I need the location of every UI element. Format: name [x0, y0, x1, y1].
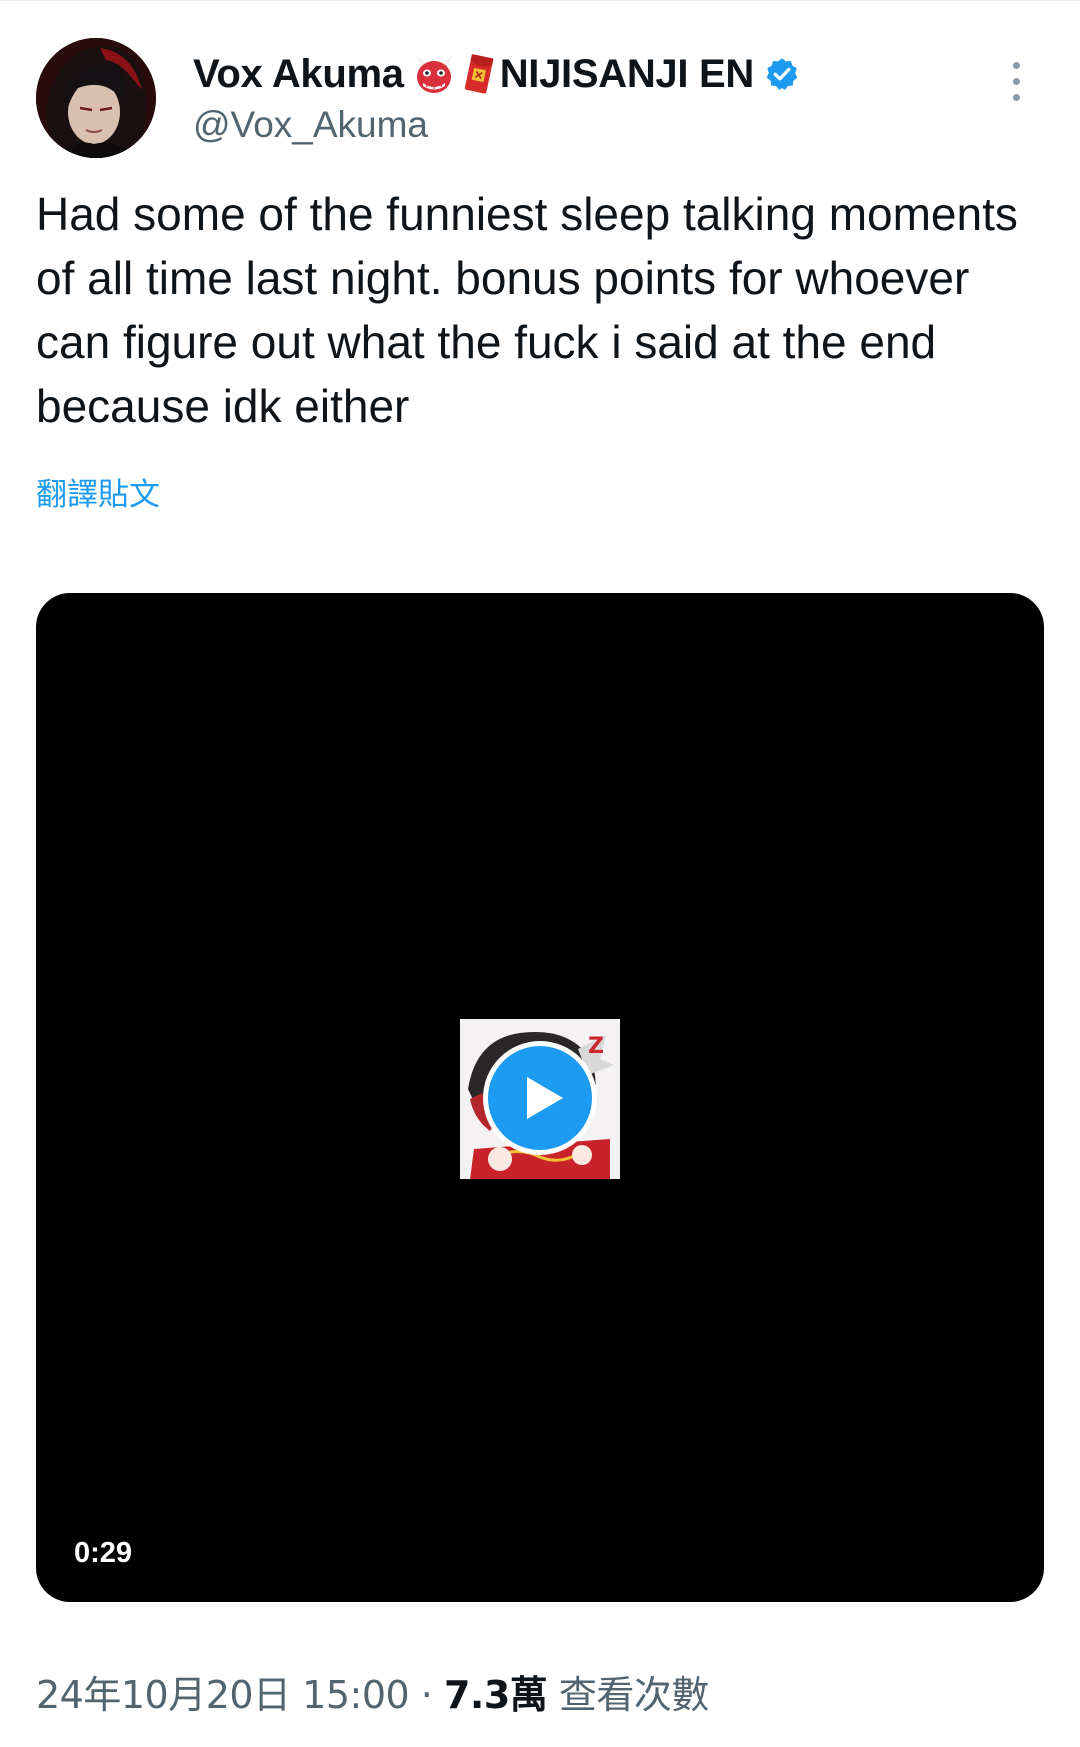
tweet-date[interactable]: 24年10月20日 — [36, 1673, 291, 1717]
display-name-row[interactable]: Vox Akuma NIJISANJI EN — [193, 46, 800, 102]
video-player[interactable]: Z 0:29 — [36, 593, 1044, 1602]
red-envelope-emoji-icon — [462, 53, 496, 95]
tweet-header: Vox Akuma NIJISANJI EN @Vox_Akuma — [36, 38, 1046, 162]
play-icon[interactable] — [481, 1039, 599, 1157]
avatar[interactable] — [36, 38, 156, 158]
video-duration: 0:29 — [74, 1537, 133, 1569]
top-divider — [0, 0, 1080, 1]
verified-badge-icon[interactable] — [764, 56, 800, 92]
author-handle[interactable]: @Vox_Akuma — [193, 104, 800, 146]
tweet-time[interactable]: 15:00 — [302, 1673, 410, 1717]
views-count[interactable]: 7.3萬 — [444, 1673, 548, 1717]
author-names: Vox Akuma NIJISANJI EN @Vox_Akuma — [193, 46, 800, 146]
avatar-image — [36, 38, 156, 158]
views-label[interactable]: 查看次數 — [559, 1673, 710, 1717]
display-name[interactable]: Vox Akuma — [193, 52, 404, 97]
translate-post-link[interactable]: 翻譯貼文 — [36, 469, 160, 514]
ogre-emoji-icon — [414, 53, 454, 95]
tweet-text: Had some of the funniest sleep talking m… — [36, 188, 1018, 432]
meta-separator: · — [420, 1673, 433, 1717]
tweet-metadata: 24年10月20日 15:00 · 7.3萬 查看次數 — [36, 1664, 709, 1719]
more-options-icon[interactable] — [1004, 62, 1028, 106]
display-name-suffix: NIJISANJI EN — [499, 51, 755, 96]
